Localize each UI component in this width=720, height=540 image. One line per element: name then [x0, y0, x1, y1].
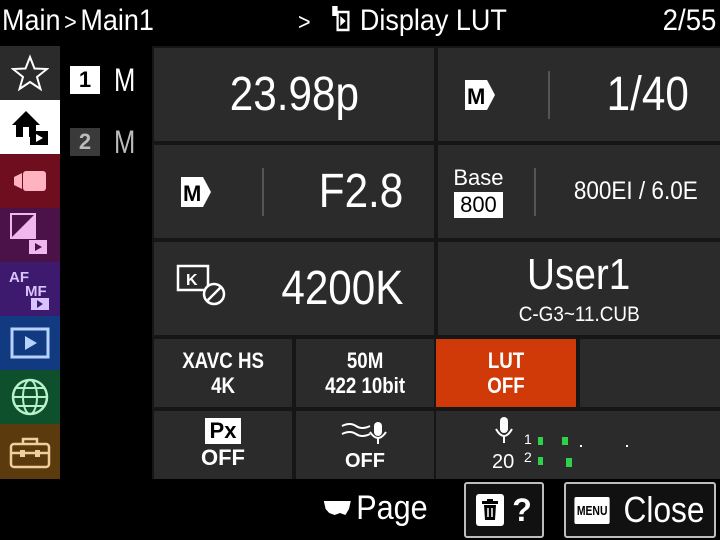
movie-camera-icon [10, 167, 50, 195]
white-balance-cell[interactable]: K 4200K [154, 242, 434, 335]
aperture-mode-text: M [183, 181, 201, 206]
base-iso-value: 800 [454, 191, 503, 218]
sub-item-number: 1 [70, 66, 100, 94]
breadcrumb: Main > Main1 [2, 4, 154, 38]
aperture-mode-badge: M [179, 175, 213, 209]
svg-text:K: K [186, 272, 198, 289]
wind-noise-icon [340, 420, 390, 451]
display-lut-toggle[interactable]: LUT OFF [436, 339, 576, 407]
close-button[interactable]: MENU Close [564, 482, 716, 538]
breadcrumb-main[interactable]: Main [2, 4, 61, 37]
shutter-value: 1/40 [606, 68, 689, 121]
file-format-line1: XAVC HS [182, 348, 264, 373]
tab-network[interactable] [0, 370, 60, 424]
tab-my-menu[interactable] [0, 46, 60, 100]
globe-icon [10, 377, 50, 417]
shutter-mode-badge: M [463, 78, 497, 112]
audio-meter-ch2 [536, 455, 646, 474]
main-settings-grid: 23.98p M 1/40 M F2.8 Base 800 800EI / 6.… [152, 46, 720, 479]
tab-shooting[interactable] [0, 154, 60, 208]
toolbox-icon [8, 435, 52, 469]
tab-setup[interactable] [0, 424, 60, 479]
pixel-mapping-cell[interactable]: Px OFF [154, 411, 292, 479]
aperture-cell[interactable]: M F2.8 [154, 145, 434, 238]
audio-ch2-label: 2 [524, 449, 532, 465]
page-counter: 2/55 [662, 4, 716, 37]
sub-item-label: M [114, 61, 136, 98]
audio-ch1-label: 1 [524, 431, 532, 447]
shutter-mode-text: M [467, 84, 485, 109]
bitrate-line2: 422 10bit [324, 373, 406, 398]
title-chevron: > [298, 9, 311, 36]
wb-kelvin-lock-icon: K [176, 264, 230, 313]
sub-item-number: 2 [70, 128, 100, 156]
display-lut-status: LUT OFF [487, 348, 524, 398]
file-format-line2: 4K [211, 373, 235, 398]
tab-exposure-color[interactable] [0, 208, 60, 262]
header: Main > Main1 > Display LUT 2/55 [0, 0, 720, 46]
px-value: OFF [201, 445, 245, 470]
lut-file-cell[interactable]: User1 C-G3~11.CUB [438, 242, 720, 335]
iso-cell[interactable]: Base 800 800EI / 6.0E [438, 145, 720, 238]
base-iso: Base 800 [453, 164, 504, 218]
divider [548, 70, 551, 119]
lut-name-value: User1 [527, 249, 631, 299]
file-format-cell[interactable]: XAVC HS 4K [154, 339, 292, 407]
category-sidebar: AF MF [0, 46, 60, 479]
playback-icon [10, 327, 50, 359]
trash-icon [476, 494, 505, 526]
svg-text:MF: MF [25, 283, 47, 300]
close-label: Close [623, 489, 705, 530]
sub-menu-list: 1 M 2 M [60, 46, 152, 479]
bitrate: 50M 422 10bit [325, 348, 405, 398]
tab-focus[interactable]: AF MF [0, 262, 60, 316]
audio-level-cell[interactable]: 20 1 2 [436, 411, 720, 479]
exposure-index-value: 800EI / 6.0E [573, 177, 698, 205]
divider [261, 167, 264, 216]
display-lut-line1: LUT [487, 348, 525, 373]
sub-item-label: M [114, 123, 136, 160]
footer: Page ? MENU Close [0, 479, 720, 540]
page-title: > Display LUT [298, 4, 507, 40]
display-lut-icon [331, 4, 351, 40]
breadcrumb-main1[interactable]: Main1 [80, 4, 154, 37]
divider [534, 167, 537, 216]
wind-noise-cell[interactable]: OFF [296, 411, 434, 479]
display-lut-line2: OFF [487, 373, 525, 398]
page-title-text: Display LUT [359, 4, 507, 37]
af-mf-icon: AF MF [5, 266, 55, 312]
frame-rate-value: 23.98p [229, 68, 359, 121]
home-icon [8, 105, 52, 149]
sub-item-main1[interactable]: 1 M [70, 60, 141, 100]
audio-level-value: 20 [492, 451, 515, 473]
bitrate-cell[interactable]: 50M 422 10bit [296, 339, 434, 407]
empty-cell [580, 339, 720, 407]
wind-noise-value: OFF [345, 449, 385, 472]
bitrate-line1: 50M [346, 348, 384, 373]
tab-playback[interactable] [0, 316, 60, 370]
breadcrumb-separator: > [64, 9, 77, 36]
tab-main[interactable] [0, 100, 60, 154]
menu-badge: MENU [574, 496, 610, 524]
aperture-value: F2.8 [319, 165, 404, 218]
microphone-icon [494, 415, 514, 450]
help-label: ? [512, 491, 532, 528]
star-icon [11, 54, 49, 92]
base-iso-label: Base [453, 164, 504, 190]
page-label: Page [356, 489, 428, 527]
white-balance-value: 4200K [281, 262, 404, 315]
px-badge: Px [204, 418, 242, 444]
frame-rate-cell[interactable]: 23.98p [154, 48, 434, 141]
file-format: XAVC HS 4K [182, 348, 264, 398]
page-button[interactable]: Page [322, 489, 428, 528]
shutter-cell[interactable]: M 1/40 [438, 48, 720, 141]
page-dial-icon [322, 489, 353, 528]
audio-meter-ch1 [536, 435, 646, 454]
delete-help-button[interactable]: ? [464, 482, 544, 538]
sub-item-main2[interactable]: 2 M [70, 122, 141, 162]
exposure-icon [9, 212, 51, 258]
lut-file-value: C-G3~11.CUB [518, 302, 640, 326]
